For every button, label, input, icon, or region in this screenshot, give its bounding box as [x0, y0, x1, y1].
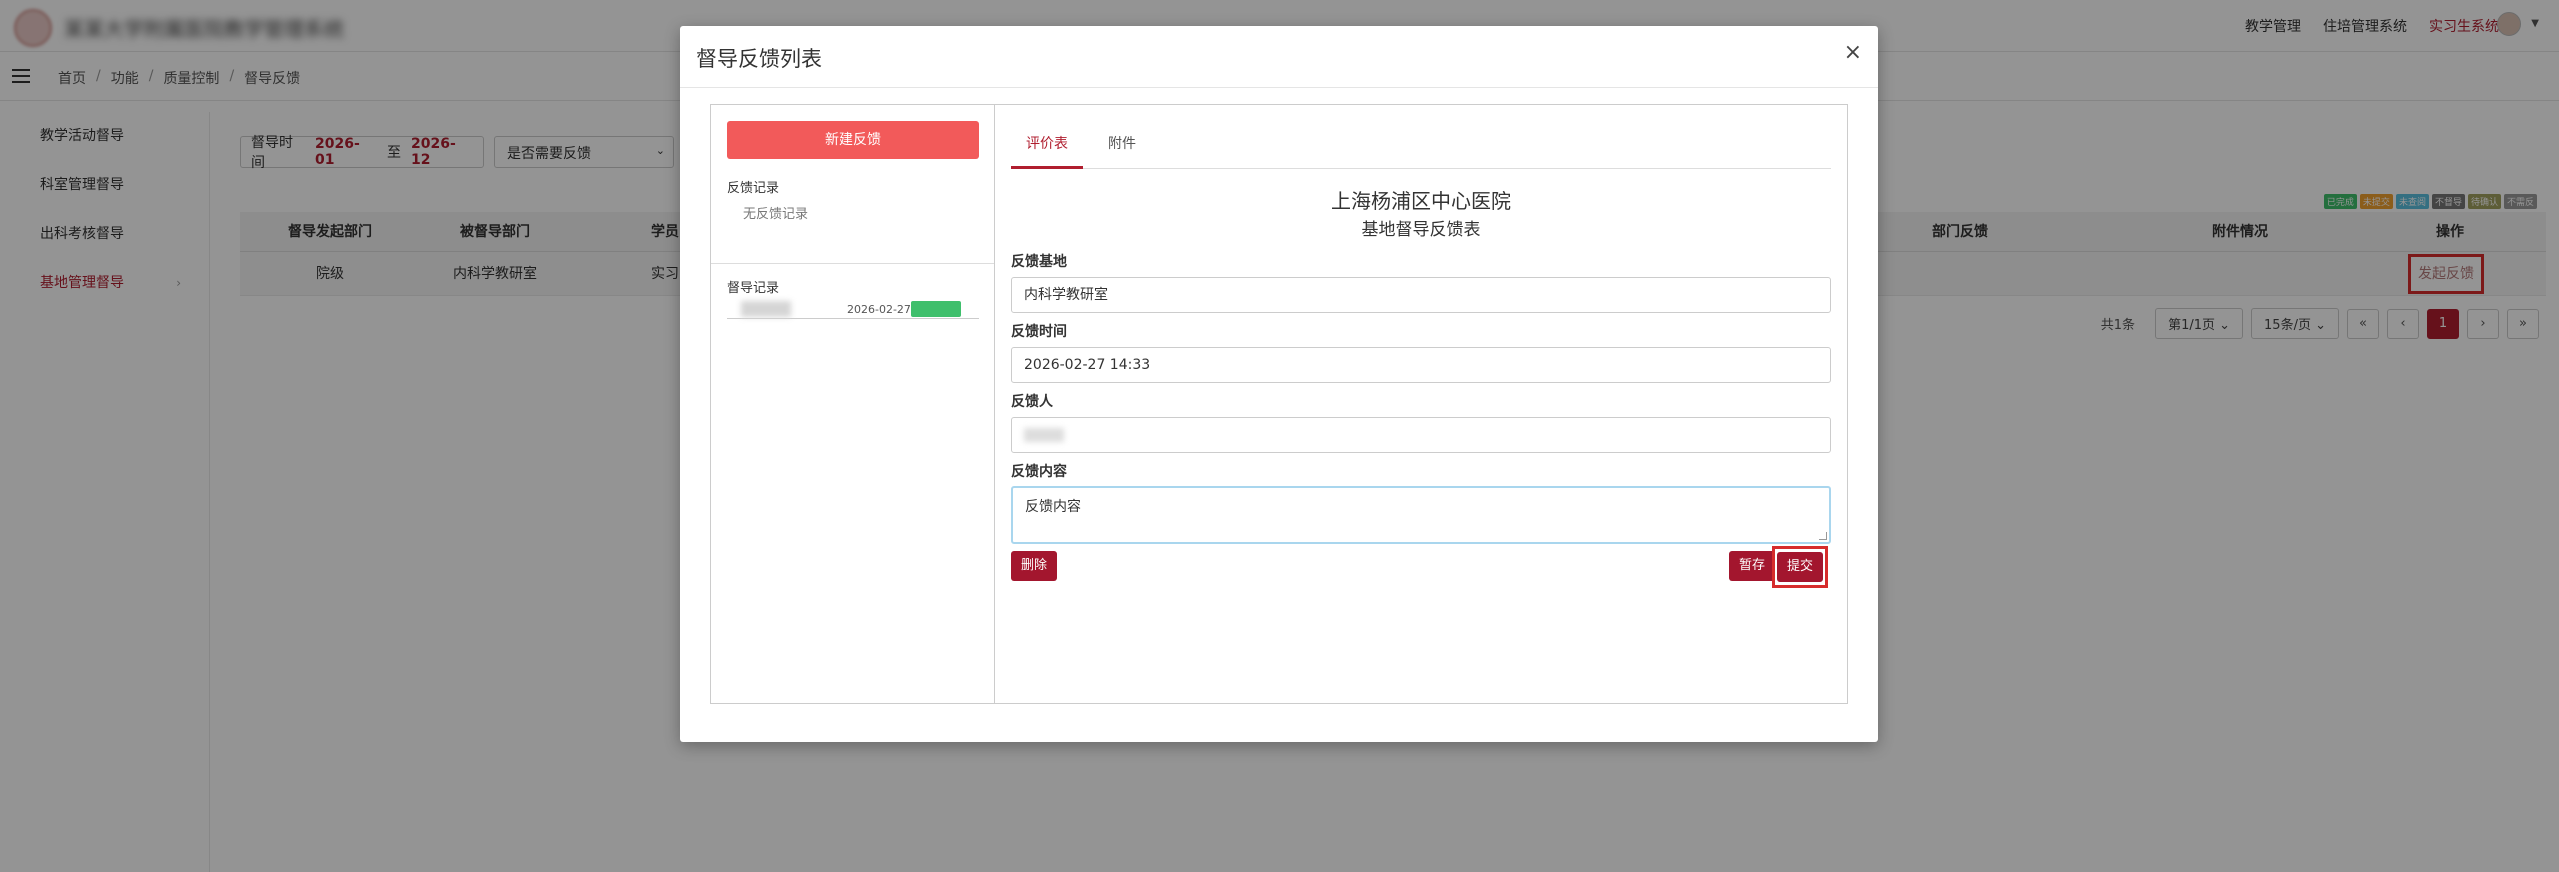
feedback-list-pane: 新建反馈 反馈记录 无反馈记录 督导记录 2026-02-27: [711, 105, 995, 703]
modal-body: 新建反馈 反馈记录 无反馈记录 督导记录 2026-02-27 评价表 附件 上…: [710, 104, 1848, 704]
form-name: 基地督导反馈表: [1361, 220, 1481, 240]
time-field[interactable]: 2026-02-27 14:33: [1011, 347, 1831, 383]
no-feedback-text: 无反馈记录: [743, 207, 809, 222]
new-feedback-button[interactable]: 新建反馈: [727, 121, 979, 159]
modal-title: 督导反馈列表: [696, 47, 822, 71]
feedback-modal: 督导反馈列表 × 新建反馈 反馈记录 无反馈记录 督导记录 2026-02-27…: [680, 26, 1878, 742]
feedback-records-label: 反馈记录: [727, 181, 780, 196]
content-text: 反馈内容: [1025, 499, 1081, 515]
submit-button[interactable]: 提交: [1777, 552, 1823, 582]
delete-button[interactable]: 删除: [1011, 551, 1057, 581]
person-field[interactable]: [1011, 417, 1831, 453]
content-label: 反馈内容: [1011, 464, 1067, 480]
hospital-name: 上海杨浦区中心医院: [1331, 189, 1511, 213]
submit-highlight: 提交: [1772, 546, 1828, 588]
form-tabs: 评价表 附件: [1011, 119, 1831, 169]
base-field[interactable]: 内科学教研室: [1011, 277, 1831, 313]
feedback-form-pane: 评价表 附件 上海杨浦区中心医院 基地督导反馈表 反馈基地 内科学教研室 反馈时…: [995, 105, 1847, 703]
time-label: 反馈时间: [1011, 324, 1067, 340]
resize-handle-icon[interactable]: [1819, 532, 1827, 540]
person-value-redacted: [1024, 428, 1064, 442]
tab-attachments[interactable]: 附件: [1097, 119, 1147, 169]
record-name: [741, 301, 791, 317]
divider: [711, 263, 994, 264]
save-draft-button[interactable]: 暂存: [1729, 551, 1775, 581]
person-label: 反馈人: [1011, 394, 1053, 410]
supervision-record-item[interactable]: 2026-02-27: [727, 301, 979, 319]
close-icon[interactable]: ×: [1844, 40, 1862, 65]
record-date: 2026-02-27: [847, 303, 911, 316]
tab-evaluation[interactable]: 评价表: [1011, 119, 1083, 169]
base-label: 反馈基地: [1011, 254, 1067, 270]
content-textarea[interactable]: 反馈内容: [1011, 486, 1831, 544]
modal-header: 督导反馈列表 ×: [680, 26, 1878, 88]
supervision-records-label: 督导记录: [727, 281, 780, 296]
status-badge: [911, 301, 961, 317]
